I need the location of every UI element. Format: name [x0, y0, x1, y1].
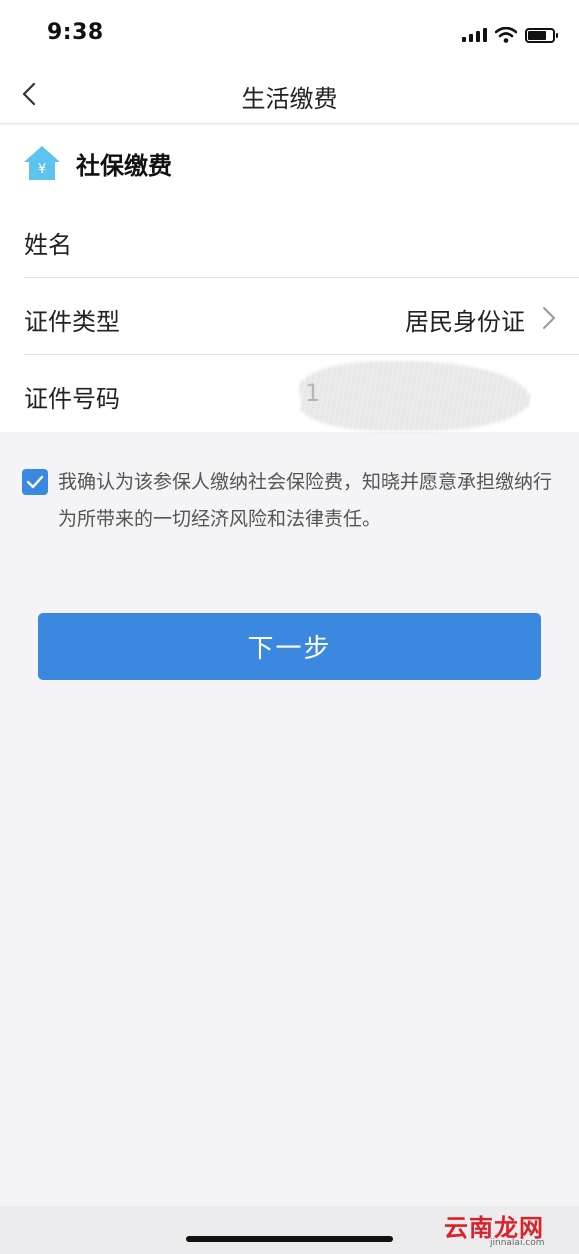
name-row[interactable]: 姓名 — [0, 201, 579, 278]
id-number-row[interactable]: 证件号码 1 — [0, 355, 579, 432]
page-title: 生活缴费 — [241, 85, 338, 113]
social-insurance-form: ¥ 社保缴费 姓名 证件类型 居民身份证 证件号码 1 — [0, 125, 579, 432]
watermark-url: jinnalai.com — [490, 1238, 545, 1248]
status-bar: 9:38 — [0, 0, 579, 66]
id-number-label: 证件号码 — [24, 385, 120, 413]
name-label: 姓名 — [24, 231, 72, 259]
id-type-value: 居民身份证 — [405, 308, 525, 336]
home-indicator[interactable] — [186, 1236, 393, 1242]
next-button[interactable]: 下一步 — [38, 613, 541, 680]
watermark-logo: 云南龙网 jinnalai.com — [444, 1208, 579, 1254]
id-type-label: 证件类型 — [24, 308, 120, 336]
section-header: ¥ 社保缴费 — [22, 143, 172, 183]
status-icons — [462, 24, 558, 46]
svg-text:¥: ¥ — [38, 162, 46, 177]
chevron-right-icon — [543, 307, 555, 329]
id-type-row[interactable]: 证件类型 居民身份证 — [0, 278, 579, 355]
wifi-icon — [495, 27, 517, 43]
agreement-text: 我确认为该参保人缴纳社会保险费，知晓并愿意承担缴纳行为所带来的一切经济风险和法律… — [58, 471, 553, 530]
signal-icon — [462, 28, 487, 42]
check-icon — [26, 475, 44, 489]
name-field[interactable] — [110, 215, 550, 263]
agree-checkbox[interactable] — [22, 469, 48, 495]
battery-icon — [525, 27, 558, 43]
house-yen-icon: ¥ — [24, 146, 60, 180]
section-title: 社保缴费 — [76, 151, 172, 180]
status-time: 9:38 — [47, 20, 104, 45]
redaction-smudge — [300, 361, 530, 431]
nav-bar: 生活缴费 — [0, 66, 579, 124]
